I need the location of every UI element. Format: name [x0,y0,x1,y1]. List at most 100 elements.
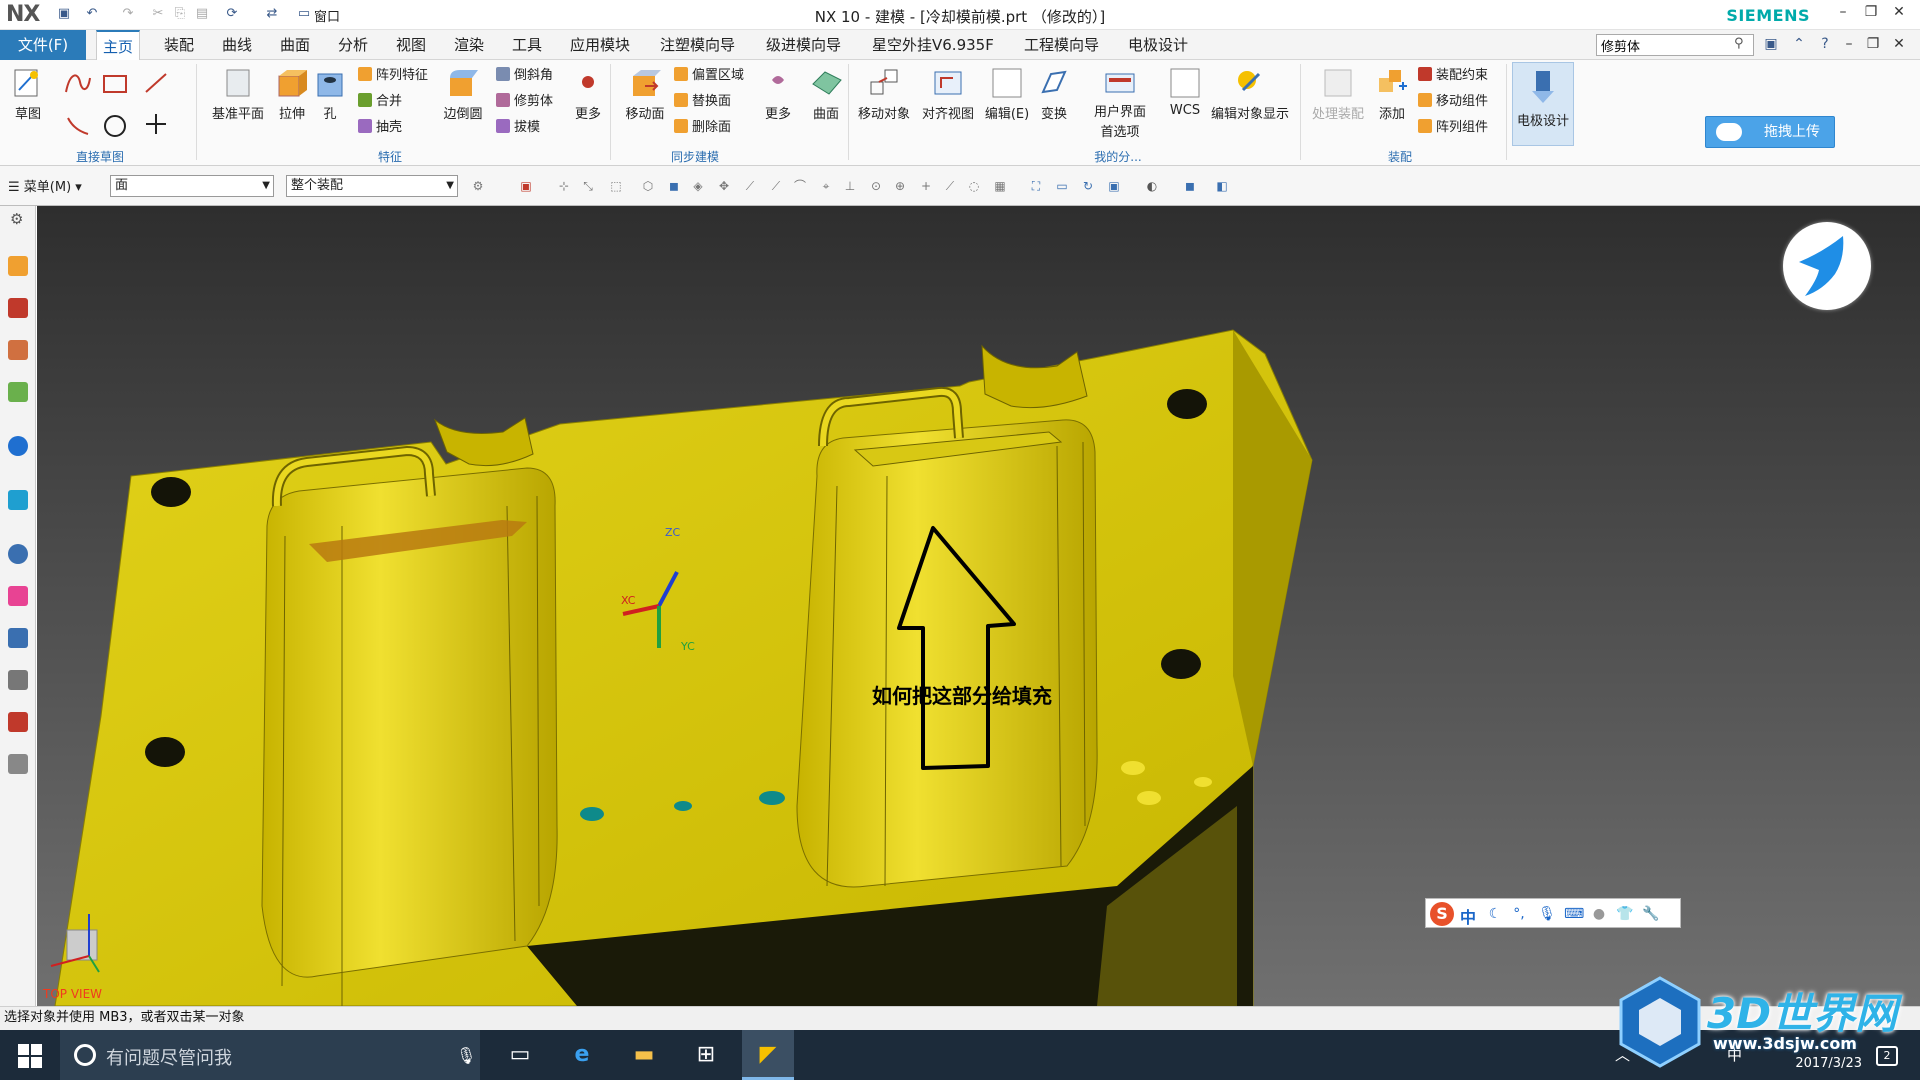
rotate-icon[interactable]: ↻ [1080,178,1096,194]
assembly-navigator-icon[interactable] [8,256,28,276]
edit-button[interactable]: 编辑(E) [982,66,1032,122]
resource-bar-icon[interactable]: ▣ [1762,36,1780,52]
type-filter-icon[interactable]: ▣ [518,178,534,194]
tab-assembly[interactable]: 装配 [158,30,200,60]
touch-mode-icon[interactable]: ⇄ [264,6,280,22]
system-scenes-icon[interactable] [8,754,28,774]
window-menu[interactable]: 窗口 [314,6,340,25]
cut-icon[interactable]: ✂ [150,6,166,22]
search-icon[interactable]: ⚲ [1734,36,1744,51]
offset-region-button[interactable]: 偏置区域 [674,66,744,86]
more-sync-button[interactable]: 更多 [760,66,796,122]
part-navigator-icon[interactable] [8,340,28,360]
move-component-button[interactable]: 移动组件 [1418,92,1488,112]
paste-icon[interactable]: ▤ [194,6,210,22]
doc-restore-icon[interactable]: ❐ [1864,36,1882,52]
restore-button[interactable]: ❐ [1860,4,1882,26]
sketch-button[interactable]: 草图 [6,66,50,122]
shell-button[interactable]: 抽壳 [358,118,402,138]
quadrant-icon[interactable]: ⊕ [892,178,908,194]
surface-button[interactable]: 曲面 [806,66,846,122]
general-selection-icon[interactable]: ⚙ [470,178,486,194]
copy-icon[interactable]: ⎘ [172,6,188,22]
render-style-icon[interactable]: ◐ [1144,178,1160,194]
delete-face-button[interactable]: 删除面 [674,118,731,138]
rectangle-select-icon[interactable]: ⬚ [608,178,624,194]
process-assembly-button[interactable]: 处理装配 [1306,66,1370,122]
web-browser-icon[interactable] [8,490,28,510]
process-studio-icon[interactable] [8,628,28,648]
face-select-icon[interactable]: ◈ [690,178,706,194]
file-menu[interactable]: 文件(F) [0,30,86,60]
tab-xingkong-plugin[interactable]: 星空外挂V6.935F [866,30,1000,60]
tab-curve[interactable]: 曲线 [216,30,258,60]
tab-mold-wizard[interactable]: 注塑模向导 [654,30,741,60]
hole-button[interactable]: 孔 [314,66,346,122]
selection-filter-dropdown[interactable]: 面 ▼ [110,175,274,197]
moon-icon[interactable]: ☾ [1486,905,1504,923]
pattern-component-button[interactable]: 阵列组件 [1418,118,1488,138]
unite-button[interactable]: 合并 [358,92,402,112]
redo-icon[interactable]: ↷ [120,6,136,22]
microphone-icon[interactable]: 🎙 [456,1046,476,1065]
window-icon[interactable]: ▭ [296,6,312,22]
pattern-feature-button[interactable]: 阵列特征 [358,66,428,86]
tab-home[interactable]: 主页 [96,30,141,60]
minimize-button[interactable]: – [1832,4,1854,26]
edge-browser-icon[interactable]: e [556,1030,608,1080]
doc-close-icon[interactable]: ✕ [1890,36,1908,52]
start-button[interactable] [18,1044,42,1068]
bounded-grid-icon[interactable]: ▦ [992,178,1008,194]
transform-button[interactable]: 变换 [1034,66,1074,122]
arc-center-icon[interactable]: ⊙ [868,178,884,194]
intersection-icon[interactable]: ⌖ [818,178,834,194]
point-on-face-icon[interactable]: ◌ [966,178,982,194]
fit-icon[interactable]: ⛶ [1028,178,1044,194]
endpoint-snap-icon[interactable]: ⟋ [742,178,758,194]
microphone-icon[interactable]: 🎙 [1538,905,1556,923]
keyboard-icon[interactable]: ⌨ [1564,905,1584,923]
nx-taskbar-icon[interactable]: ◤ [742,1030,794,1080]
orient-view-icon[interactable]: ▣ [1106,178,1122,194]
sketch-curve-tools[interactable] [62,68,192,140]
control-point-icon[interactable]: ⌒ [792,178,808,194]
add-component-button[interactable]: 添加 [1372,66,1412,122]
cortana-search-box[interactable]: 有问题尽管问我 🎙 [60,1030,480,1080]
punctuation-icon[interactable]: °, [1510,905,1528,923]
save-icon[interactable]: ▣ [56,6,72,22]
trim-body-button[interactable]: 修剪体 [496,92,553,112]
tab-application[interactable]: 应用模块 [564,30,636,60]
move-object-button[interactable]: 移动对象 [852,66,916,122]
replace-face-button[interactable]: 替换面 [674,92,731,112]
edge-blend-button[interactable]: 边倒圆 [440,66,486,122]
curve-rule-icon[interactable]: ⬡ [640,178,656,194]
align-view-button[interactable]: 对齐视图 [918,66,978,122]
feixin-floating-icon[interactable] [1783,222,1871,310]
info-icon[interactable] [8,436,28,456]
manufacturing-wizard-icon[interactable] [8,670,28,690]
graphics-window[interactable]: ZC XC YC 如何把这部分给填充 TOP VIEW S 中 ☾ °, 🎙 ⌨… [37,206,1920,1006]
move-handles-icon[interactable]: ✥ [716,178,732,194]
tab-progressive-die-wizard[interactable]: 级进模向导 [760,30,847,60]
selection-priority-icon[interactable]: ⤡ [580,178,596,194]
system-materials-icon[interactable] [8,586,28,606]
selection-scope-dropdown[interactable]: 整个装配 ▼ [286,175,458,197]
existing-point-icon[interactable]: + [918,178,934,194]
skin-icon[interactable]: 👕 [1616,905,1634,923]
edit-section-icon[interactable]: ◧ [1214,178,1230,194]
point-on-curve-icon[interactable]: ⟋ [942,178,958,194]
ime-language[interactable]: 中 [1460,904,1476,928]
tab-surface[interactable]: 曲面 [274,30,316,60]
wcs-button[interactable]: WCS [1166,66,1204,118]
mold-model[interactable] [37,206,1920,1006]
constraint-navigator-icon[interactable] [8,298,28,318]
more-feature-button[interactable]: 更多 [570,66,606,122]
extrude-button[interactable]: 拉伸 [272,66,312,122]
assembly-constraint-button[interactable]: 装配约束 [1418,66,1488,86]
ui-preferences-button[interactable]: 用户界面 首选项 [1088,66,1152,143]
collapse-ribbon-icon[interactable]: ⌃ [1790,36,1808,52]
draft-button[interactable]: 拔模 [496,118,540,138]
settings-icon[interactable]: ⚙ [10,210,23,228]
view-cube-icon[interactable]: ◼ [1182,178,1198,194]
perpendicular-icon[interactable]: ⊥ [842,178,858,194]
